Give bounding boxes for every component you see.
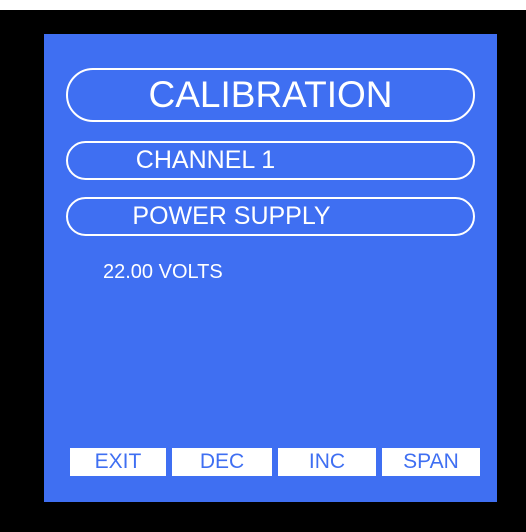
- screen-title: CALIBRATION: [66, 68, 475, 122]
- voltage-reading: 22.00 VOLTS: [103, 261, 223, 283]
- mode-indicator: POWER SUPPLY: [66, 197, 475, 236]
- span-button[interactable]: SPAN: [382, 448, 480, 476]
- mode-label: POWER SUPPLY: [132, 202, 331, 230]
- decrease-button[interactable]: DEC: [172, 448, 272, 476]
- increase-button[interactable]: INC: [278, 448, 376, 476]
- channel-label: CHANNEL 1: [135, 146, 276, 174]
- screen-title-label: CALIBRATION: [148, 74, 393, 115]
- channel-indicator: CHANNEL 1: [66, 141, 475, 180]
- exit-button[interactable]: EXIT: [70, 448, 166, 476]
